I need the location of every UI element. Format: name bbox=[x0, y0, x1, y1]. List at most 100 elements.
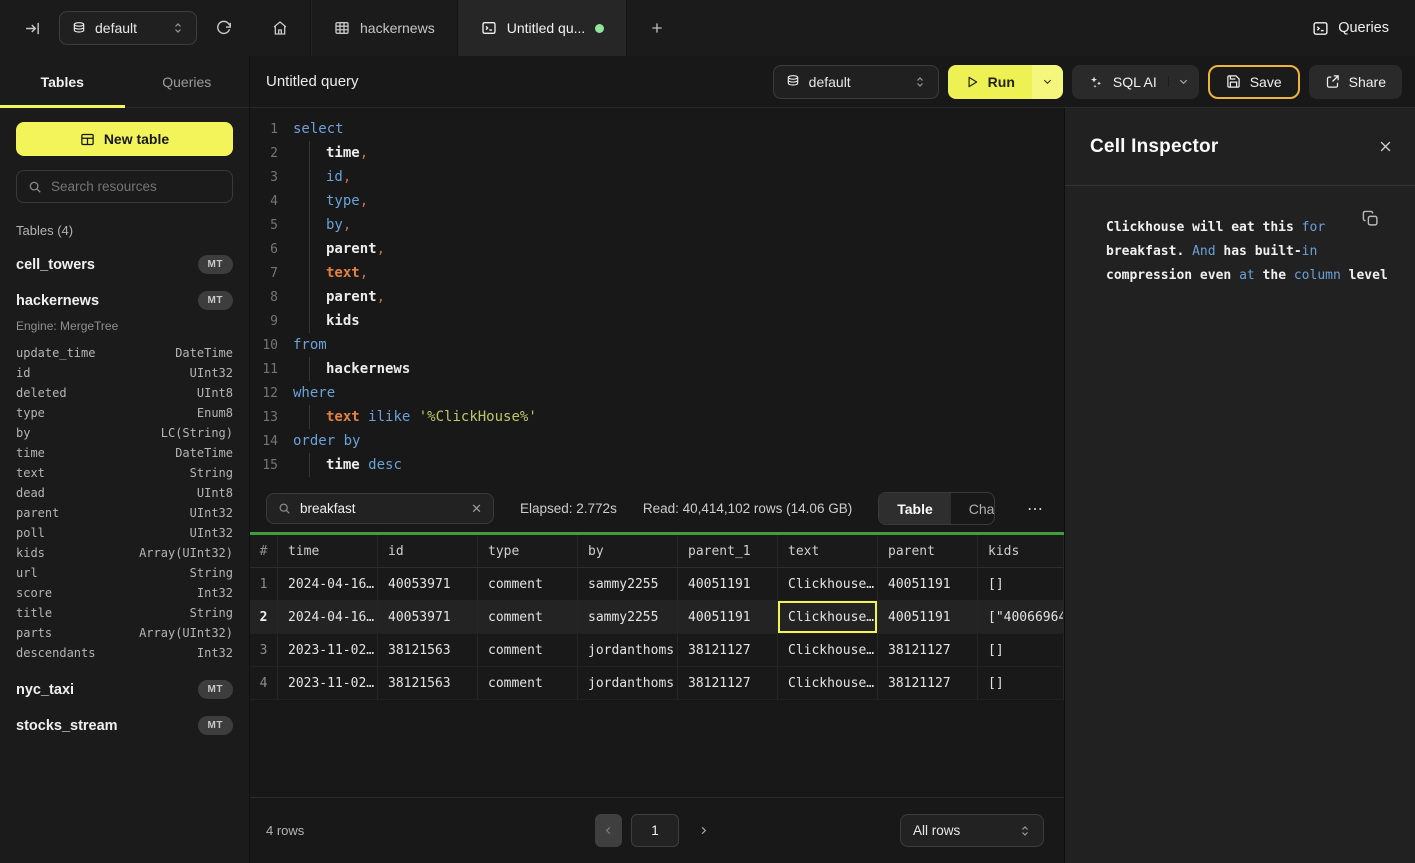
data-cell[interactable]: 40051191 bbox=[878, 601, 978, 634]
column-header-parent_1[interactable]: parent_1 bbox=[678, 535, 778, 568]
row-index-cell[interactable]: 2 bbox=[250, 601, 278, 634]
view-toggle-chart[interactable]: Chart bbox=[951, 493, 995, 524]
data-cell[interactable]: comment bbox=[478, 601, 578, 634]
column-header-type[interactable]: type bbox=[478, 535, 578, 568]
data-cell[interactable]: comment bbox=[478, 568, 578, 601]
editor-line-1[interactable]: 1select bbox=[250, 117, 1064, 141]
close-inspector-button[interactable] bbox=[1378, 139, 1393, 154]
data-cell[interactable]: sammy2255 bbox=[578, 601, 678, 634]
query-database-select[interactable]: default bbox=[773, 65, 939, 99]
column-header-time[interactable]: time bbox=[278, 535, 378, 568]
queries-button[interactable]: Queries bbox=[1312, 20, 1389, 37]
data-cell[interactable]: 40051191 bbox=[878, 568, 978, 601]
column-row-update_time[interactable]: update_timeDateTime bbox=[16, 343, 233, 363]
sidebar-table-hackernews[interactable]: hackernewsMT bbox=[16, 291, 233, 310]
share-button[interactable]: Share bbox=[1309, 65, 1402, 99]
tab-home[interactable] bbox=[250, 0, 311, 56]
data-cell[interactable]: 40051191 bbox=[678, 568, 778, 601]
column-row-by[interactable]: byLC(String) bbox=[16, 423, 233, 443]
data-cell[interactable]: [] bbox=[978, 568, 1064, 601]
new-tab-button[interactable] bbox=[627, 0, 687, 56]
data-cell[interactable]: 2024-04-16… bbox=[278, 601, 378, 634]
sql-ai-button[interactable]: SQL AI bbox=[1072, 65, 1199, 99]
data-cell[interactable]: sammy2255 bbox=[578, 568, 678, 601]
data-cell[interactable]: 38121563 bbox=[378, 634, 478, 667]
column-header-by[interactable]: by bbox=[578, 535, 678, 568]
column-row-descendants[interactable]: descendantsInt32 bbox=[16, 643, 233, 663]
data-cell[interactable]: ["40066964… bbox=[978, 601, 1064, 634]
row-index-cell[interactable]: 4 bbox=[250, 667, 278, 700]
data-cell[interactable]: 38121127 bbox=[878, 634, 978, 667]
column-row-id[interactable]: idUInt32 bbox=[16, 363, 233, 383]
sidebar-table-cell_towers[interactable]: cell_towersMT bbox=[16, 255, 233, 274]
column-row-poll[interactable]: pollUInt32 bbox=[16, 523, 233, 543]
editor-line-6[interactable]: 6parent, bbox=[250, 237, 1064, 261]
editor-line-11[interactable]: 11hackernews bbox=[250, 357, 1064, 381]
editor-line-10[interactable]: 10from bbox=[250, 333, 1064, 357]
run-button[interactable]: Run bbox=[948, 65, 1032, 99]
tab-hackernews[interactable]: hackernews bbox=[311, 0, 458, 56]
table-row[interactable]: 22024-04-16…40053971commentsammy22554005… bbox=[250, 601, 1064, 634]
view-toggle-table[interactable]: Table bbox=[879, 493, 951, 524]
sidebar-tab-queries[interactable]: Queries bbox=[125, 56, 250, 107]
table-row[interactable]: 32023-11-02…38121563commentjordanthoms38… bbox=[250, 634, 1064, 667]
row-index-cell[interactable]: 3 bbox=[250, 634, 278, 667]
page-size-select[interactable]: All rows bbox=[900, 814, 1044, 847]
column-row-parent[interactable]: parentUInt32 bbox=[16, 503, 233, 523]
row-index-cell[interactable]: 1 bbox=[250, 568, 278, 601]
data-cell[interactable]: 40053971 bbox=[378, 601, 478, 634]
column-header-kids[interactable]: kids bbox=[978, 535, 1064, 568]
editor-line-8[interactable]: 8parent, bbox=[250, 285, 1064, 309]
data-cell[interactable]: 40053971 bbox=[378, 568, 478, 601]
editor-line-3[interactable]: 3id, bbox=[250, 165, 1064, 189]
data-cell[interactable]: Clickhouse… bbox=[778, 667, 878, 700]
tab-untitled-qu-[interactable]: Untitled qu... bbox=[458, 0, 628, 56]
column-header-id[interactable]: id bbox=[378, 535, 478, 568]
data-cell[interactable]: comment bbox=[478, 634, 578, 667]
editor-line-9[interactable]: 9kids bbox=[250, 309, 1064, 333]
data-cell[interactable]: [] bbox=[978, 634, 1064, 667]
table-row[interactable]: 12024-04-16…40053971commentsammy22554005… bbox=[250, 568, 1064, 601]
data-cell[interactable]: [] bbox=[978, 667, 1064, 700]
data-cell[interactable]: 40051191 bbox=[678, 601, 778, 634]
data-cell[interactable]: Clickhouse… bbox=[778, 601, 878, 634]
data-cell[interactable]: 38121563 bbox=[378, 667, 478, 700]
editor-line-12[interactable]: 12where bbox=[250, 381, 1064, 405]
column-row-text[interactable]: textString bbox=[16, 463, 233, 483]
editor-line-5[interactable]: 5by, bbox=[250, 213, 1064, 237]
editor-line-15[interactable]: 15time desc bbox=[250, 453, 1064, 477]
column-header-text[interactable]: text bbox=[778, 535, 878, 568]
data-cell[interactable]: Clickhouse… bbox=[778, 568, 878, 601]
topbar-database-select[interactable]: default bbox=[59, 11, 197, 45]
column-row-parts[interactable]: partsArray(UInt32) bbox=[16, 623, 233, 643]
next-page-button[interactable] bbox=[688, 821, 719, 840]
data-cell[interactable]: jordanthoms bbox=[578, 667, 678, 700]
save-button[interactable]: Save bbox=[1208, 65, 1300, 99]
copy-cell-button[interactable] bbox=[1362, 210, 1379, 227]
editor-line-13[interactable]: 13text ilike '%ClickHouse%' bbox=[250, 405, 1064, 429]
sidebar-tab-tables[interactable]: Tables bbox=[0, 56, 125, 107]
column-row-title[interactable]: titleString bbox=[16, 603, 233, 623]
column-row-deleted[interactable]: deletedUInt8 bbox=[16, 383, 233, 403]
sidebar-table-nyc_taxi[interactable]: nyc_taxiMT bbox=[16, 680, 233, 699]
sql-editor[interactable]: 1select2time,3id,4type,5by,6parent,7text… bbox=[250, 108, 1064, 485]
new-table-button[interactable]: New table bbox=[16, 122, 233, 156]
column-header-parent[interactable]: parent bbox=[878, 535, 978, 568]
sidebar-table-stocks_stream[interactable]: stocks_streamMT bbox=[16, 716, 233, 735]
run-options-button[interactable] bbox=[1032, 65, 1063, 99]
table-row[interactable]: 42023-11-02…38121563commentjordanthoms38… bbox=[250, 667, 1064, 700]
data-cell[interactable]: Clickhouse… bbox=[778, 634, 878, 667]
editor-line-2[interactable]: 2time, bbox=[250, 141, 1064, 165]
editor-line-14[interactable]: 14order by bbox=[250, 429, 1064, 453]
sql-ai-options-button[interactable] bbox=[1168, 76, 1199, 87]
editor-line-4[interactable]: 4type, bbox=[250, 189, 1064, 213]
column-row-time[interactable]: timeDateTime bbox=[16, 443, 233, 463]
data-cell[interactable]: 38121127 bbox=[678, 667, 778, 700]
prev-page-button[interactable] bbox=[595, 814, 622, 847]
column-header-index[interactable]: # bbox=[250, 535, 278, 568]
clear-search-button[interactable]: ✕ bbox=[471, 501, 482, 517]
results-more-button[interactable]: ⋯ bbox=[1021, 499, 1050, 519]
column-row-score[interactable]: scoreInt32 bbox=[16, 583, 233, 603]
sidebar-search-input[interactable] bbox=[51, 179, 221, 194]
data-cell[interactable]: 38121127 bbox=[678, 634, 778, 667]
